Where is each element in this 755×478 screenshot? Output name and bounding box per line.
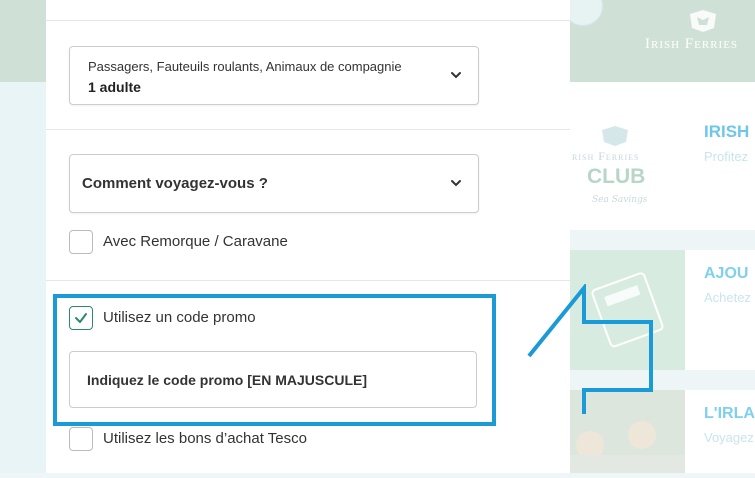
tesco-checkbox-label[interactable]: Utilisez les bons d’achat Tesco — [103, 430, 307, 447]
promo-highlight-box — [53, 294, 496, 426]
left-background-strip — [0, 82, 46, 473]
club-signature: Sea Savings — [592, 195, 648, 205]
tesco-checkbox[interactable] — [69, 427, 93, 451]
flexi-card-title: AJOU — [704, 265, 749, 282]
divider — [46, 280, 570, 281]
brand-logo-icon — [690, 10, 716, 32]
ireland-card-title: L'IRLA — [704, 405, 755, 422]
chevron-down-icon — [451, 72, 461, 79]
trailer-checkbox-label[interactable]: Avec Remorque / Caravane — [103, 233, 288, 250]
divider — [46, 129, 570, 130]
club-logo-icon — [602, 126, 628, 146]
chevron-down-icon — [451, 180, 461, 187]
left-arrow-icon — [527, 284, 653, 414]
club-logo-text: Irish Ferries — [567, 149, 640, 163]
trailer-checkbox[interactable] — [69, 230, 93, 254]
passengers-select-label: Passagers, Fauteuils roulants, Animaux d… — [88, 59, 402, 74]
divider — [46, 20, 570, 21]
travel-mode-select[interactable]: Comment voyagez-vous ? — [69, 154, 479, 213]
passengers-select-value: 1 adulte — [88, 79, 141, 95]
passengers-select[interactable]: Passagers, Fauteuils roulants, Animaux d… — [69, 46, 479, 105]
club-card-subtitle: Profitez — [704, 149, 749, 164]
club-card[interactable]: Irish Ferries CLUB Sea Savings IRISH Pro… — [567, 82, 755, 230]
header-band-left — [0, 0, 46, 82]
club-card-title: IRISH — [704, 122, 750, 141]
club-word: CLUB — [587, 165, 646, 188]
ireland-card-subtitle: Voyagez — [704, 430, 754, 445]
travel-mode-select-label: Comment voyagez-vous ? — [82, 175, 268, 192]
brand-name[interactable]: Irish Ferries — [645, 36, 738, 53]
flexi-card-subtitle: Achetez — [704, 290, 751, 305]
